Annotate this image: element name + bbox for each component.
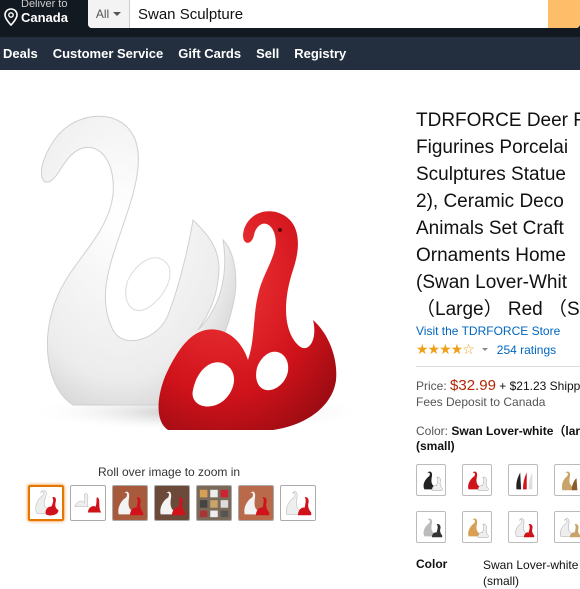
chevron-down-icon — [113, 12, 122, 16]
product-title-line: （Large） Red （S — [416, 299, 580, 320]
color-swatch[interactable] — [462, 464, 492, 496]
color-swatches — [416, 464, 580, 543]
main-product-image[interactable] — [18, 100, 378, 465]
deliver-to-label: Deliver to — [21, 0, 68, 10]
search-scope-dropdown[interactable]: All — [88, 0, 130, 28]
rating-row: ★★★★☆ 254 ratings — [416, 341, 580, 358]
swan-thumbnail-image — [113, 486, 147, 520]
color-swatch[interactable] — [508, 511, 538, 543]
search-button[interactable] — [548, 0, 580, 28]
divider — [416, 366, 580, 367]
color-swatch[interactable] — [416, 511, 446, 543]
deliver-to-country: Canada — [21, 10, 68, 25]
top-bar: Deliver to Canada All — [0, 0, 580, 37]
swatch-image — [423, 471, 443, 491]
color-swatch[interactable] — [416, 464, 446, 496]
spec-key: Color — [416, 557, 448, 571]
color-value-size: (small) — [416, 439, 455, 453]
store-link[interactable]: Visit the TDRFORCE Store — [416, 324, 580, 338]
swan-thumbnail-image — [239, 486, 273, 520]
thumbnail[interactable] — [238, 485, 274, 521]
product-title-line: 2), Ceramic Deco — [416, 191, 564, 212]
swan-thumbnail-image — [35, 490, 59, 516]
color-swatch[interactable] — [554, 464, 580, 496]
product-title[interactable]: TDRFORCE Deer F Figurines Porcelai Sculp… — [416, 107, 580, 323]
product-title-line: Ornaments Home — [416, 245, 566, 266]
spec-value: Swan Lover-white (small) — [483, 557, 578, 589]
product-info: TDRFORCE Deer F Figurines Porcelai Sculp… — [416, 107, 580, 589]
swan-thumbnail-image — [155, 486, 189, 520]
product-title-line: Sculptures Statue — [416, 164, 566, 185]
search-scope-label: All — [95, 7, 110, 21]
swatch-image — [559, 518, 580, 538]
color-value: Swan Lover-white（lar — [451, 424, 580, 438]
product-title-line: Animals Set Craft — [416, 218, 564, 239]
price-value: $32.99 — [450, 377, 496, 394]
color-swatch[interactable] — [554, 511, 580, 543]
product-title-line: Figurines Porcelai — [416, 137, 569, 158]
swatch-image — [468, 471, 489, 491]
thumbnail[interactable] — [28, 485, 64, 521]
swan-thumbnail-image — [286, 491, 312, 516]
thumbnail[interactable] — [154, 485, 190, 521]
zoom-hint: Roll over image to zoom in — [98, 465, 241, 479]
color-swatch[interactable] — [508, 464, 538, 496]
product-title-line: (Swan Lover-Whit — [416, 272, 567, 293]
swatch-image — [468, 518, 489, 538]
nav-link-deals[interactable]: Deals — [3, 46, 38, 61]
search-input[interactable] — [130, 0, 548, 28]
thumbnail-strip — [28, 485, 316, 521]
spec-row-color: Color Swan Lover-white (small) — [416, 557, 580, 589]
nav-link-customer-service[interactable]: Customer Service — [53, 46, 164, 61]
thumbnail[interactable] — [70, 485, 106, 521]
star-rating-icon[interactable]: ★★★★☆ — [416, 341, 475, 358]
spec-value-line: (small) — [483, 574, 519, 588]
spec-value-line: Swan Lover-white — [483, 558, 579, 572]
thumbnail[interactable] — [280, 485, 316, 521]
fees-deposit-link[interactable]: Fees Deposit to Canada — [416, 395, 580, 409]
location-pin-icon — [4, 8, 18, 26]
nav-link-registry[interactable]: Registry — [294, 46, 346, 61]
nav-link-gift-cards[interactable]: Gift Cards — [178, 46, 241, 61]
search-bar: All — [88, 0, 580, 28]
swatch-image — [423, 518, 443, 538]
deliver-to[interactable]: Deliver to Canada — [4, 0, 68, 26]
swan-thumbnail-image — [74, 493, 102, 513]
rating-count-link[interactable]: 254 ratings — [497, 343, 556, 357]
color-label: Color: — [416, 424, 449, 438]
product-title-line: TDRFORCE Deer F — [416, 110, 580, 131]
chevron-down-icon[interactable] — [481, 348, 488, 351]
nav-bar: Deals Customer Service Gift Cards Sell R… — [0, 37, 580, 70]
price-label: Price: — [416, 379, 447, 393]
color-selection: Color: Swan Lover-white（lar — [416, 422, 580, 439]
swan-thumbnail-image — [197, 486, 231, 520]
color-swatch[interactable] — [462, 511, 492, 543]
price-row: Price: $32.99 + $21.23 Shipp — [416, 377, 580, 394]
swatch-image — [561, 471, 578, 491]
nav-link-sell[interactable]: Sell — [256, 46, 279, 61]
shipping-cost: + $21.23 Shipp — [499, 379, 580, 393]
swatch-image — [516, 472, 533, 490]
thumbnail[interactable] — [196, 485, 232, 521]
thumbnail[interactable] — [112, 485, 148, 521]
swatch-image — [515, 518, 535, 538]
